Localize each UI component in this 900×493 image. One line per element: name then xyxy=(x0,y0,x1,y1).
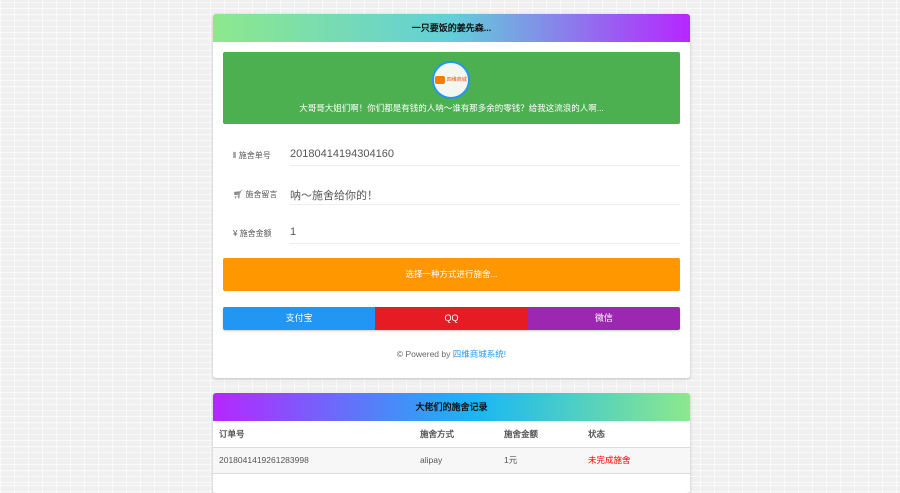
wechat-pay-button[interactable]: 微信 xyxy=(527,307,680,330)
records-card: 大佬们的施舍记录 订单号 施舍方式 施舍金额 状态 20180414192612… xyxy=(213,393,690,493)
table-header: 订单号 施舍方式 施舍金额 状态 xyxy=(213,421,690,448)
order-number-input[interactable]: 20180414194304160 xyxy=(290,148,680,166)
amount-field: ¥ 施舍金额 1 xyxy=(233,222,680,250)
barcode-icon: ⦀ xyxy=(233,151,237,160)
donation-card: 一只要饭的姜先森... 四维商城 大哥哥大姐们啊！你们都是有钱的人呐～谁有那多余… xyxy=(213,14,690,378)
cart-icon: 🛒︎ xyxy=(233,190,244,199)
card-title: 一只要饭的姜先森... xyxy=(213,14,690,42)
table-row: 2018041419261283998 alipay 1元 未完成施舍 xyxy=(213,447,690,474)
qq-pay-button[interactable]: QQ xyxy=(375,307,528,330)
records-table: 订单号 施舍方式 施舍金额 状态 2018041419261283998 ali… xyxy=(213,421,690,474)
powered-link[interactable]: 四维商城系统! xyxy=(453,349,506,359)
amount-input[interactable]: 1 xyxy=(290,226,680,244)
logo: 四维商城 xyxy=(432,61,470,99)
message-field: 🛒︎ 施舍留言 呐～施舍给你的！ xyxy=(233,183,680,211)
choose-method-banner: 选择一种方式进行施舍... xyxy=(223,258,680,291)
message-input[interactable]: 呐～施舍给你的！ xyxy=(290,187,680,205)
order-number-field: ⦀ 施舍单号 20180414194304160 xyxy=(233,144,680,172)
yen-icon: ¥ xyxy=(233,229,238,238)
records-title: 大佬们的施舍记录 xyxy=(213,393,690,421)
powered-by: © Powered by 四维商城系统! xyxy=(396,349,507,359)
payment-buttons: 支付宝 QQ 微信 xyxy=(223,307,680,330)
intro-banner: 四维商城 大哥哥大姐们啊！你们都是有钱的人呐～谁有那多余的零钱？给我这流浪的人啊… xyxy=(223,52,680,124)
slogan: 大哥哥大姐们啊！你们都是有钱的人呐～谁有那多余的零钱？给我这流浪的人啊... xyxy=(299,103,604,113)
alipay-button[interactable]: 支付宝 xyxy=(223,307,376,330)
status-badge: 未完成施舍 xyxy=(588,447,690,474)
